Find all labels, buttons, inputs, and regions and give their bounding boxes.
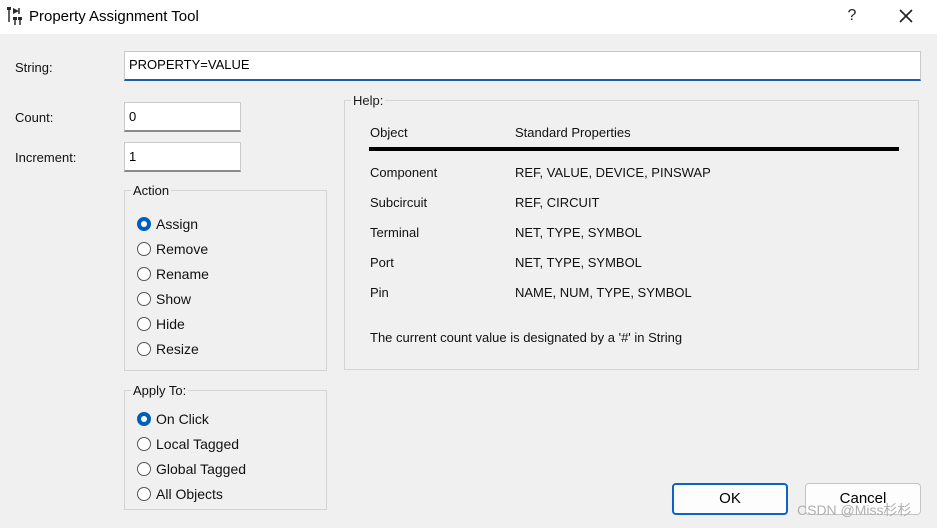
radio-circle — [137, 437, 151, 451]
action-group-title: Action — [131, 183, 172, 198]
radio-circle — [137, 217, 151, 231]
radio-label: Rename — [156, 266, 209, 282]
radio-circle — [137, 342, 151, 356]
help-row-object: Component — [370, 165, 438, 180]
radio-label: Resize — [156, 341, 199, 357]
increment-input[interactable]: 1 — [124, 142, 241, 172]
help-row-object: Pin — [370, 285, 389, 300]
radio-label: Assign — [156, 216, 199, 232]
help-row-properties: REF, CIRCUIT — [515, 195, 600, 210]
watermark: CSDN @Miss杉杉 — [797, 502, 912, 518]
radio-circle — [137, 412, 151, 426]
radio-label: On Click — [156, 411, 209, 427]
help-header-divider — [369, 147, 899, 151]
help-row-properties: NET, TYPE, SYMBOL — [515, 255, 642, 270]
radio-label: Hide — [156, 316, 185, 332]
title-bar: Property Assignment Tool ? — [0, 0, 937, 34]
help-row-properties: REF, VALUE, DEVICE, PINSWAP — [515, 165, 711, 180]
radio-circle — [137, 242, 151, 256]
app-icon — [7, 7, 22, 25]
help-row-object: Terminal — [370, 225, 420, 240]
string-label-text: String: — [15, 60, 53, 75]
help-row-object: Subcircuit — [370, 195, 428, 210]
apply-to-group-title: Apply To: — [131, 383, 189, 398]
radio-circle — [137, 487, 151, 501]
help-header-object: Object — [370, 125, 408, 140]
count-label: Count: — [15, 110, 54, 125]
radio-circle — [137, 292, 151, 306]
radio-label: Remove — [156, 241, 209, 257]
help-button[interactable]: ? — [840, 4, 864, 28]
radio-circle — [137, 462, 151, 476]
help-row-object: Port — [370, 255, 394, 270]
increment-label: Increment: — [15, 150, 77, 165]
help-row-properties: NAME, NUM, TYPE, SYMBOL — [515, 285, 692, 300]
radio-label: Global Tagged — [156, 461, 247, 477]
radio-label: Local Tagged — [156, 436, 240, 452]
help-row-properties: NET, TYPE, SYMBOL — [515, 225, 642, 240]
close-icon[interactable] — [893, 3, 919, 29]
string-label: String: — [15, 60, 53, 75]
radio-circle — [137, 317, 151, 331]
string-input[interactable]: PROPERTY=VALUE — [124, 51, 921, 81]
help-header-properties: Standard Properties — [515, 125, 631, 140]
help-note: The current count value is designated by… — [370, 330, 683, 345]
action-group — [124, 190, 327, 371]
radio-label: All Objects — [156, 486, 223, 502]
radio-circle — [137, 267, 151, 281]
count-input[interactable]: 0 — [124, 102, 241, 132]
ok-button[interactable]: OK — [672, 483, 788, 515]
window-title: Property Assignment Tool — [29, 8, 199, 25]
radio-label: Show — [156, 291, 192, 307]
help-group-title: Help: — [351, 93, 386, 108]
